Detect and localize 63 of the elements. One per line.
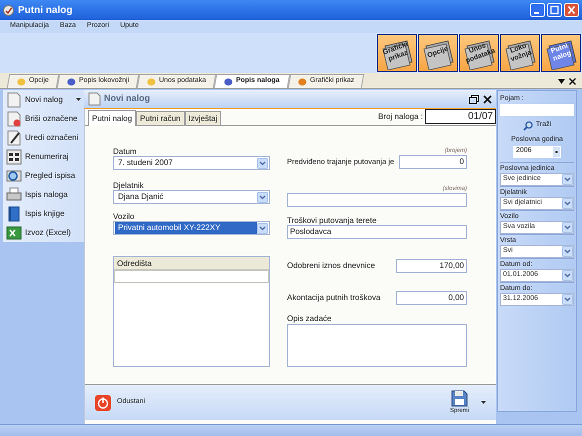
sidebar-item[interactable]: Pregled ispisa (3, 166, 84, 185)
app-icon (3, 4, 14, 16)
sidebar-item[interactable]: Ispis knjige (3, 204, 84, 223)
subtab[interactable]: Izvještaj (184, 111, 222, 125)
tab-icon (298, 78, 307, 86)
field-label: Broj naloga : (378, 111, 423, 123)
input-field[interactable]: 170,00 (396, 259, 467, 273)
power-icon (95, 394, 111, 410)
close-icon[interactable] (483, 94, 492, 104)
field-label: Vozilo (113, 212, 136, 221)
folder-icon (422, 38, 456, 70)
folder-icon (504, 38, 538, 70)
document-icon (88, 92, 101, 106)
dropdown-arrow-icon[interactable] (481, 401, 486, 404)
search-icon (522, 120, 533, 130)
tab-icon (66, 78, 76, 86)
input-field[interactable]: 0,00 (396, 291, 467, 305)
search-field[interactable] (500, 104, 574, 116)
sidebar-item[interactable]: Renumeriraj (3, 147, 84, 166)
folder-icon (545, 38, 579, 70)
field-label: Odobreni iznos dnevnice (287, 260, 376, 272)
panel-title: Novi nalog (104, 92, 152, 106)
tab-icon (224, 78, 234, 86)
subtab[interactable]: Putni nalog (88, 110, 136, 126)
sidebar-item[interactable]: Briši označene (3, 109, 84, 128)
sidebar-item[interactable]: Novi nalog (3, 90, 84, 109)
tab-icon (146, 78, 156, 86)
print-preview-icon (6, 168, 22, 184)
order-number-field[interactable]: 01/07 (425, 109, 496, 124)
sidebar-item[interactable]: Izvoz (Excel) (3, 223, 84, 242)
destinations-table[interactable]: Odredišta (113, 256, 270, 367)
maximize-icon[interactable] (547, 3, 562, 17)
dropdown[interactable]: Privatni automobil XY-222XY (113, 221, 270, 235)
folder-icon (381, 38, 415, 70)
restore-icon[interactable] (469, 94, 479, 104)
spreadsheet-icon (6, 224, 22, 240)
dropdown[interactable]: Djana Djanić (113, 190, 270, 204)
dropdown-arrow-icon (76, 98, 81, 101)
input-field[interactable]: 0 (399, 155, 467, 169)
field-label: Opis zadaće (287, 314, 332, 324)
field-label: Datum (113, 147, 138, 156)
column-header: Odredišta (114, 257, 269, 270)
numbers-icon (6, 148, 22, 164)
book-icon (6, 206, 22, 222)
sidebar-item[interactable]: Ispis naloga (3, 185, 84, 204)
window-title: Putni nalog (18, 4, 74, 18)
close-icon[interactable] (569, 78, 576, 85)
dropdown[interactable]: 7. studeni 2007 (113, 156, 270, 170)
edit-document-icon (6, 130, 22, 146)
delete-document-icon (6, 110, 22, 126)
input-field[interactable]: Poslodavca (287, 225, 467, 239)
document-icon (6, 92, 22, 108)
input-field[interactable] (287, 193, 467, 207)
field-label: Troškovi putovanja terete (287, 216, 378, 225)
field-label: Djelatnik (113, 181, 145, 190)
sidebar-item[interactable]: Uredi označeni (3, 128, 84, 147)
subtab[interactable]: Putni račun (136, 111, 184, 125)
printer-icon (6, 186, 22, 202)
folder-icon (463, 38, 497, 70)
minimize-icon[interactable] (530, 3, 545, 17)
field-label: Akontacija putnih troškova (287, 292, 380, 304)
tab-icon (16, 78, 26, 86)
dropdown-arrow-icon[interactable] (558, 79, 565, 84)
